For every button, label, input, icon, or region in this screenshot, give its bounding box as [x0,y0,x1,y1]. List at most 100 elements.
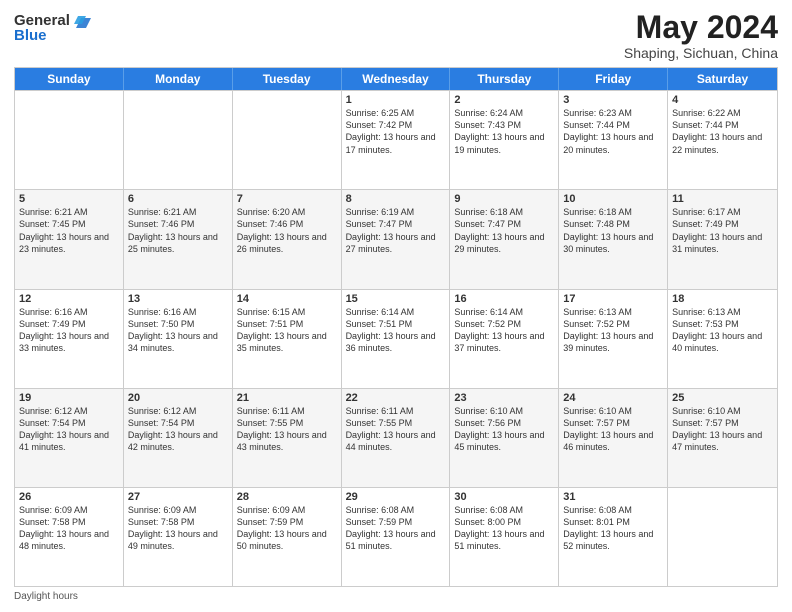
cal-cell-day-1: 1Sunrise: 6:25 AM Sunset: 7:42 PM Daylig… [342,91,451,189]
day-number: 23 [454,392,554,404]
cell-info: Sunrise: 6:12 AM Sunset: 7:54 PM Dayligh… [128,405,228,454]
cal-cell-day-2: 2Sunrise: 6:24 AM Sunset: 7:43 PM Daylig… [450,91,559,189]
day-number: 15 [346,293,446,305]
cal-cell-day-7: 7Sunrise: 6:20 AM Sunset: 7:46 PM Daylig… [233,190,342,288]
cell-info: Sunrise: 6:13 AM Sunset: 7:53 PM Dayligh… [672,306,773,355]
cal-cell-day-9: 9Sunrise: 6:18 AM Sunset: 7:47 PM Daylig… [450,190,559,288]
day-number: 26 [19,491,119,503]
cell-info: Sunrise: 6:11 AM Sunset: 7:55 PM Dayligh… [237,405,337,454]
weekday-header-tuesday: Tuesday [233,68,342,90]
day-number: 1 [346,94,446,106]
cell-info: Sunrise: 6:16 AM Sunset: 7:50 PM Dayligh… [128,306,228,355]
cell-info: Sunrise: 6:18 AM Sunset: 7:47 PM Dayligh… [454,206,554,255]
day-number: 10 [563,193,663,205]
cell-info: Sunrise: 6:10 AM Sunset: 7:57 PM Dayligh… [563,405,663,454]
day-number: 16 [454,293,554,305]
title-block: May 2024 Shaping, Sichuan, China [624,10,778,61]
cell-info: Sunrise: 6:08 AM Sunset: 8:01 PM Dayligh… [563,504,663,553]
day-number: 5 [19,193,119,205]
day-number: 8 [346,193,446,205]
cal-cell-day-21: 21Sunrise: 6:11 AM Sunset: 7:55 PM Dayli… [233,389,342,487]
cal-cell-day-15: 15Sunrise: 6:14 AM Sunset: 7:51 PM Dayli… [342,290,451,388]
cell-info: Sunrise: 6:08 AM Sunset: 7:59 PM Dayligh… [346,504,446,553]
location: Shaping, Sichuan, China [624,45,778,61]
day-number: 4 [672,94,773,106]
cell-info: Sunrise: 6:10 AM Sunset: 7:57 PM Dayligh… [672,405,773,454]
day-number: 30 [454,491,554,503]
cal-cell-day-20: 20Sunrise: 6:12 AM Sunset: 7:54 PM Dayli… [124,389,233,487]
day-number: 6 [128,193,228,205]
calendar-row-0: 1Sunrise: 6:25 AM Sunset: 7:42 PM Daylig… [15,90,777,189]
day-number: 2 [454,94,554,106]
day-number: 22 [346,392,446,404]
weekday-header-thursday: Thursday [450,68,559,90]
month-title: May 2024 [624,10,778,45]
cell-info: Sunrise: 6:09 AM Sunset: 7:59 PM Dayligh… [237,504,337,553]
day-number: 12 [19,293,119,305]
cal-cell-empty-4-6 [668,488,777,586]
cal-cell-day-28: 28Sunrise: 6:09 AM Sunset: 7:59 PM Dayli… [233,488,342,586]
day-number: 27 [128,491,228,503]
footer-note: Daylight hours [14,591,778,602]
day-number: 11 [672,193,773,205]
cell-info: Sunrise: 6:25 AM Sunset: 7:42 PM Dayligh… [346,107,446,156]
cell-info: Sunrise: 6:16 AM Sunset: 7:49 PM Dayligh… [19,306,119,355]
cal-cell-empty-0-2 [233,91,342,189]
cal-cell-day-29: 29Sunrise: 6:08 AM Sunset: 7:59 PM Dayli… [342,488,451,586]
cal-cell-day-8: 8Sunrise: 6:19 AM Sunset: 7:47 PM Daylig… [342,190,451,288]
weekday-header-sunday: Sunday [15,68,124,90]
day-number: 18 [672,293,773,305]
day-number: 17 [563,293,663,305]
cal-cell-day-17: 17Sunrise: 6:13 AM Sunset: 7:52 PM Dayli… [559,290,668,388]
cal-cell-day-22: 22Sunrise: 6:11 AM Sunset: 7:55 PM Dayli… [342,389,451,487]
cal-cell-day-30: 30Sunrise: 6:08 AM Sunset: 8:00 PM Dayli… [450,488,559,586]
cal-cell-day-6: 6Sunrise: 6:21 AM Sunset: 7:46 PM Daylig… [124,190,233,288]
day-number: 9 [454,193,554,205]
cal-cell-day-24: 24Sunrise: 6:10 AM Sunset: 7:57 PM Dayli… [559,389,668,487]
cell-info: Sunrise: 6:12 AM Sunset: 7:54 PM Dayligh… [19,405,119,454]
cell-info: Sunrise: 6:09 AM Sunset: 7:58 PM Dayligh… [128,504,228,553]
cal-cell-day-31: 31Sunrise: 6:08 AM Sunset: 8:01 PM Dayli… [559,488,668,586]
cell-info: Sunrise: 6:23 AM Sunset: 7:44 PM Dayligh… [563,107,663,156]
day-number: 25 [672,392,773,404]
day-number: 21 [237,392,337,404]
cal-cell-day-26: 26Sunrise: 6:09 AM Sunset: 7:58 PM Dayli… [15,488,124,586]
cell-info: Sunrise: 6:14 AM Sunset: 7:51 PM Dayligh… [346,306,446,355]
cal-cell-day-23: 23Sunrise: 6:10 AM Sunset: 7:56 PM Dayli… [450,389,559,487]
cell-info: Sunrise: 6:09 AM Sunset: 7:58 PM Dayligh… [19,504,119,553]
calendar-header: SundayMondayTuesdayWednesdayThursdayFrid… [15,68,777,90]
cell-info: Sunrise: 6:19 AM Sunset: 7:47 PM Dayligh… [346,206,446,255]
weekday-header-wednesday: Wednesday [342,68,451,90]
cal-cell-day-10: 10Sunrise: 6:18 AM Sunset: 7:48 PM Dayli… [559,190,668,288]
daylight-label: Daylight hours [14,591,78,602]
cal-cell-day-4: 4Sunrise: 6:22 AM Sunset: 7:44 PM Daylig… [668,91,777,189]
weekday-header-friday: Friday [559,68,668,90]
cal-cell-day-18: 18Sunrise: 6:13 AM Sunset: 7:53 PM Dayli… [668,290,777,388]
day-number: 31 [563,491,663,503]
page: General Blue May 2024 Shaping, Sichuan, … [0,0,792,612]
calendar-row-2: 12Sunrise: 6:16 AM Sunset: 7:49 PM Dayli… [15,289,777,388]
cal-cell-day-11: 11Sunrise: 6:17 AM Sunset: 7:49 PM Dayli… [668,190,777,288]
day-number: 19 [19,392,119,404]
cal-cell-empty-0-1 [124,91,233,189]
cell-info: Sunrise: 6:21 AM Sunset: 7:45 PM Dayligh… [19,206,119,255]
day-number: 29 [346,491,446,503]
weekday-header-monday: Monday [124,68,233,90]
day-number: 13 [128,293,228,305]
cell-info: Sunrise: 6:24 AM Sunset: 7:43 PM Dayligh… [454,107,554,156]
cell-info: Sunrise: 6:17 AM Sunset: 7:49 PM Dayligh… [672,206,773,255]
calendar-body: 1Sunrise: 6:25 AM Sunset: 7:42 PM Daylig… [15,90,777,586]
calendar: SundayMondayTuesdayWednesdayThursdayFrid… [14,67,778,587]
day-number: 20 [128,392,228,404]
cal-cell-day-12: 12Sunrise: 6:16 AM Sunset: 7:49 PM Dayli… [15,290,124,388]
cell-info: Sunrise: 6:14 AM Sunset: 7:52 PM Dayligh… [454,306,554,355]
day-number: 24 [563,392,663,404]
logo-blue-text: Blue [14,28,47,45]
cal-cell-day-25: 25Sunrise: 6:10 AM Sunset: 7:57 PM Dayli… [668,389,777,487]
cal-cell-day-19: 19Sunrise: 6:12 AM Sunset: 7:54 PM Dayli… [15,389,124,487]
cell-info: Sunrise: 6:08 AM Sunset: 8:00 PM Dayligh… [454,504,554,553]
cal-cell-day-14: 14Sunrise: 6:15 AM Sunset: 7:51 PM Dayli… [233,290,342,388]
cal-cell-day-13: 13Sunrise: 6:16 AM Sunset: 7:50 PM Dayli… [124,290,233,388]
cell-info: Sunrise: 6:13 AM Sunset: 7:52 PM Dayligh… [563,306,663,355]
header: General Blue May 2024 Shaping, Sichuan, … [14,10,778,61]
